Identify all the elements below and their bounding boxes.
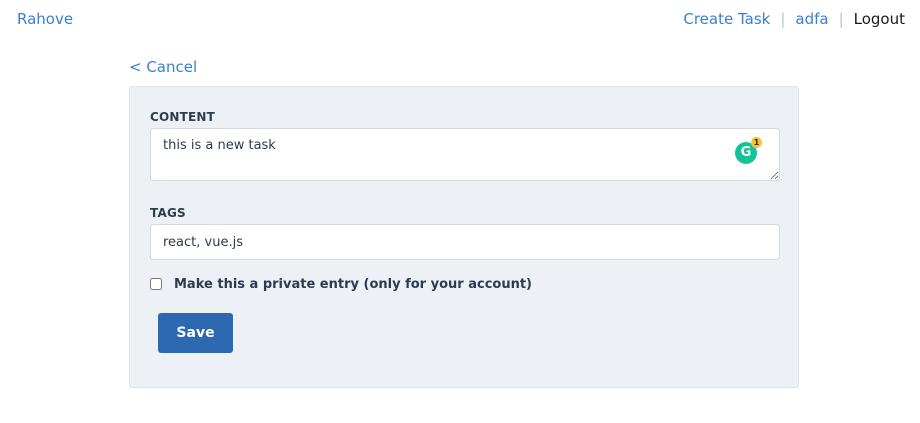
save-button[interactable]: Save [158, 313, 233, 353]
top-navbar: Rahove Create Task | adfa | Logout [0, 0, 920, 40]
content-label: CONTENT [150, 110, 216, 124]
cancel-link[interactable]: < Cancel [129, 58, 197, 76]
nav-links: Create Task | adfa | Logout [683, 10, 905, 28]
content-textarea[interactable]: this is a new task [150, 128, 780, 181]
create-task-link[interactable]: Create Task [683, 10, 770, 28]
private-entry-checkbox[interactable] [150, 278, 162, 290]
brand-link[interactable]: Rahove [17, 10, 73, 28]
user-link[interactable]: adfa [795, 10, 828, 28]
task-form-panel: CONTENT this is a new task G 1 TAGS Make… [129, 86, 799, 388]
nav-separator: | [780, 10, 786, 28]
private-entry-label[interactable]: Make this a private entry (only for your… [174, 277, 532, 292]
logout-link[interactable]: Logout [854, 10, 905, 28]
nav-separator: | [838, 10, 844, 28]
tags-label: TAGS [150, 206, 186, 220]
grammarly-count-badge: 1 [751, 137, 762, 148]
tags-input[interactable] [150, 224, 780, 260]
